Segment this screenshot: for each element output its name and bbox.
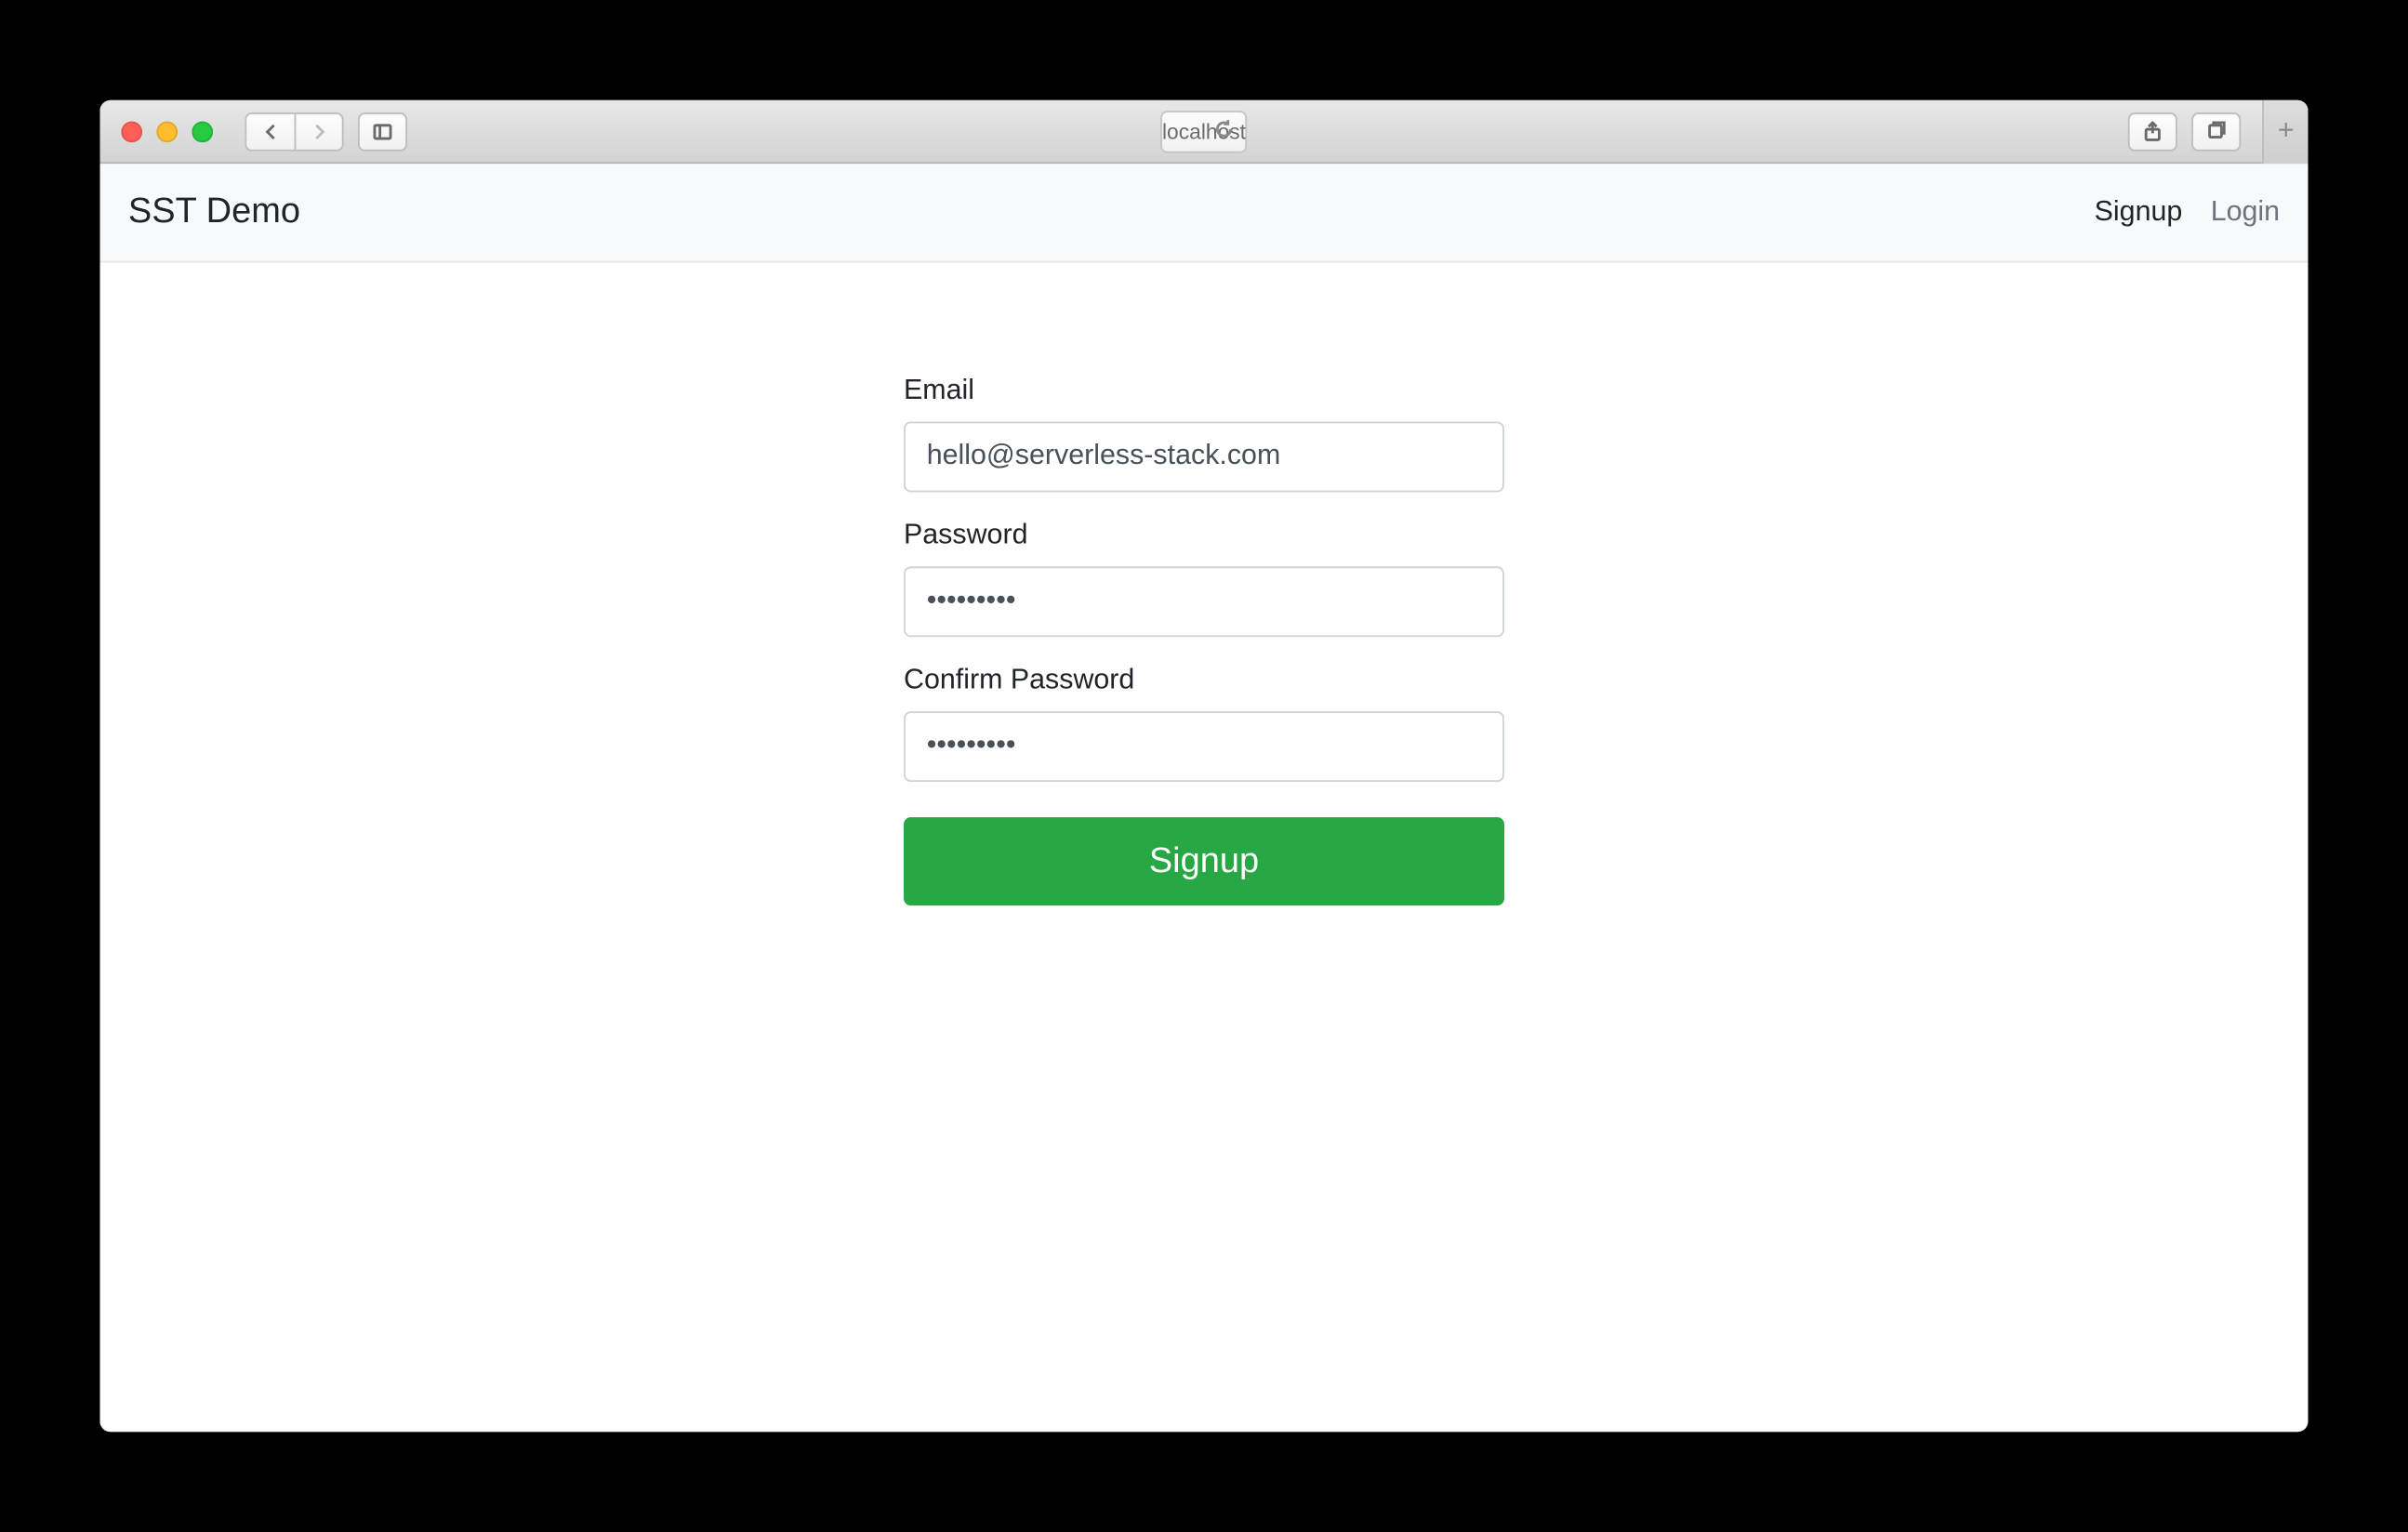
- nav-back-forward: [245, 112, 343, 151]
- address-bar[interactable]: localhost: [1160, 110, 1248, 152]
- nav-link-login[interactable]: Login: [2211, 196, 2280, 228]
- nav-links: Signup Login: [2095, 196, 2280, 228]
- email-label: Email: [904, 376, 1504, 407]
- window-controls: [121, 121, 213, 142]
- page-content: SST Demo Signup Login Email Password Con…: [100, 164, 2309, 1432]
- confirm-password-label: Confirm Password: [904, 666, 1504, 697]
- password-group: Password: [904, 521, 1504, 637]
- email-group: Email: [904, 376, 1504, 492]
- main-content: Email Password Confirm Password Signup: [100, 263, 2309, 1433]
- confirm-password-field[interactable]: [904, 711, 1504, 782]
- tabs-icon: [2205, 121, 2227, 142]
- signup-form: Email Password Confirm Password Signup: [904, 376, 1504, 1432]
- tabs-button[interactable]: [2191, 112, 2241, 151]
- signup-button[interactable]: Signup: [904, 817, 1504, 905]
- close-window-button[interactable]: [121, 121, 142, 142]
- back-button[interactable]: [245, 112, 294, 151]
- reload-button[interactable]: [1214, 118, 1236, 145]
- chevron-left-icon: [259, 121, 281, 142]
- new-tab-button[interactable]: +: [2262, 100, 2308, 163]
- email-field[interactable]: [904, 422, 1504, 493]
- minimize-window-button[interactable]: [156, 121, 178, 142]
- reload-icon: [1214, 118, 1236, 139]
- confirm-password-group: Confirm Password: [904, 666, 1504, 782]
- browser-titlebar: localhost +: [100, 100, 2309, 164]
- brand[interactable]: SST Demo: [128, 192, 300, 233]
- navbar: SST Demo Signup Login: [100, 164, 2309, 262]
- sidebar-icon: [372, 121, 393, 142]
- share-button[interactable]: [2128, 112, 2177, 151]
- password-label: Password: [904, 521, 1504, 552]
- share-icon: [2142, 121, 2163, 142]
- password-field[interactable]: [904, 566, 1504, 637]
- maximize-window-button[interactable]: [192, 121, 213, 142]
- forward-button[interactable]: [295, 112, 344, 151]
- nav-link-signup[interactable]: Signup: [2095, 196, 2183, 228]
- sidebar-toggle-button[interactable]: [358, 112, 407, 151]
- chevron-right-icon: [309, 121, 330, 142]
- plus-icon: +: [2278, 115, 2295, 147]
- browser-window: localhost + SST Demo Signup Login: [100, 100, 2309, 1433]
